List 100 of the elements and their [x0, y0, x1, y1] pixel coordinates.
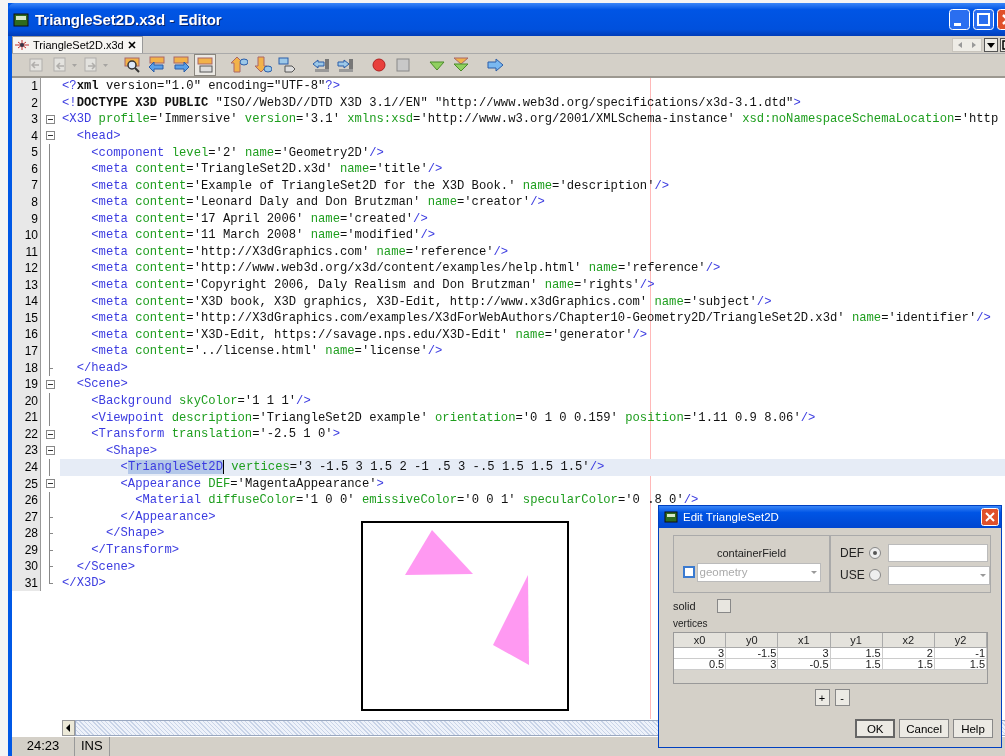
- add-row-button[interactable]: +: [814, 689, 830, 706]
- x3d-file-icon: [15, 40, 29, 50]
- code-line: <Appearance DEF='MagentaAppearance'>: [120, 476, 384, 491]
- line-number: 28: [12, 525, 41, 542]
- code-line: <meta content='Leonard Daly and Don Brutzman' name='creator'/>: [91, 195, 545, 210]
- code-line: <Shape>: [105, 443, 158, 458]
- column-header[interactable]: y2: [934, 633, 988, 648]
- triangle-shape: [405, 530, 473, 575]
- field-label: containerField: [716, 546, 787, 559]
- use-dropdown[interactable]: [888, 565, 990, 585]
- code-line: <TriangleSet2D vertices='3 -1.5 3 1.5 2 -1 .5 3 -.5 1.5 1.5 1.5'/>: [120, 460, 605, 475]
- app-icon: [664, 510, 678, 524]
- code-line: <meta content='Example of TriangleSet2D for the X3D Book.' name='description'/>: [91, 178, 670, 193]
- window-title: TriangleSet2D.x3d - Editor: [35, 11, 223, 28]
- editor-tab[interactable]: TriangleSet2D.x3d: [12, 36, 143, 53]
- vertices-label: vertices: [673, 618, 709, 629]
- table-cell[interactable]: 3: [726, 659, 779, 670]
- column-header[interactable]: x0: [674, 633, 727, 648]
- tags-icon[interactable]: [276, 54, 298, 76]
- code-line: <meta content='http://X3dGraphics.com/examples/X3dForWebAuthors/Chapter10-Geometry2D/TriangleSet2D.x3d' name='identifier'/>: [91, 311, 991, 326]
- line-number: 30: [12, 558, 41, 575]
- maximize-icon[interactable]: [973, 9, 994, 30]
- use-label: USE: [840, 568, 866, 582]
- code-line: </X3D>: [62, 576, 106, 591]
- def-input[interactable]: [888, 543, 988, 562]
- code-line: <meta content='X3D-Edit, https://savage.nps.edu/X3D-Edit' name='generator'/>: [91, 327, 648, 342]
- dialog-button[interactable]: OK: [855, 719, 896, 738]
- close-icon[interactable]: [127, 41, 136, 49]
- line-number: 3: [12, 111, 41, 128]
- collapse-icon[interactable]: [45, 446, 55, 456]
- column-header[interactable]: y1: [830, 633, 883, 648]
- line-number: 14: [12, 293, 41, 310]
- code-line: <meta content='Copyright 2006, Daly Realism and Don Brutzman' name='rights'/>: [91, 278, 655, 293]
- dialog-button[interactable]: Cancel: [899, 719, 949, 738]
- line-number: 23: [12, 442, 41, 459]
- collapse-icon[interactable]: [45, 131, 55, 141]
- scroll-left-icon[interactable]: [62, 719, 75, 736]
- code-line: <meta content='11 March 2008' name='modified'/>: [91, 228, 436, 243]
- code-line: <meta content='X3D book, X3D graphics, X3D-Edit, http://www.x3dGraphics.com' name='subject'/>: [91, 294, 772, 309]
- line-number: 19: [12, 376, 41, 393]
- collapse-icon[interactable]: [45, 429, 55, 439]
- insert-mode: INS: [75, 737, 110, 756]
- code-line: </Transform>: [91, 543, 180, 558]
- table-cell[interactable]: 3: [778, 648, 831, 659]
- code-line: <Background skyColor='1 1 1'/>: [91, 393, 311, 408]
- code-line: <Transform translation='-2.5 1 0'>: [91, 427, 340, 442]
- code-line: <meta content='http://X3dGraphics.com' name='reference'/>: [91, 244, 509, 259]
- code-line: <component level='2' name='Geometry2D'/>: [91, 145, 384, 160]
- table-cell[interactable]: 1.5: [830, 659, 883, 670]
- code-line: <Viewpoint description='TriangleSet2D example' orientation='0 1 0 0.159' position='1.11 0.9 8.06'/>: [91, 410, 816, 425]
- collapse-icon[interactable]: [45, 479, 55, 489]
- code-line: <meta content='17 April 2006' name='created'/>: [91, 211, 428, 226]
- code-line: <X3D profile='Immersive' version='3.1' xmlns:xsd='http://www.w3.org/2001/XMLSchema-instance' xsd:noNamespaceSchemaLocation='http: [62, 112, 999, 127]
- table-cell[interactable]: 1.5: [934, 659, 988, 670]
- line-number: 1: [12, 78, 41, 95]
- checkbox[interactable]: [716, 599, 731, 613]
- radio-button[interactable]: [869, 546, 881, 559]
- line-number: 12: [12, 260, 41, 277]
- line-number: 10: [12, 227, 41, 244]
- code-line: <!DOCTYPE X3D PUBLIC "ISO//Web3D//DTD X3D 3.1//EN" "http://www.web3d.org/specifications/x3d-3.1.dtd">: [62, 95, 801, 110]
- remove-row-button[interactable]: -: [834, 689, 850, 706]
- table-cell[interactable]: -1: [934, 648, 988, 659]
- line-number: 26: [12, 492, 41, 509]
- panels-icon[interactable]: [194, 54, 216, 76]
- app-icon: [13, 11, 29, 28]
- column-header[interactable]: y0: [726, 633, 779, 648]
- code-line: </head>: [76, 360, 128, 375]
- table-cell[interactable]: -0.5: [778, 659, 831, 670]
- radio-button[interactable]: [869, 569, 881, 581]
- table-cell[interactable]: 2: [882, 648, 935, 659]
- code-line: <meta content='http://www.web3d.org/x3d/content/examples/help.html' name='reference'/>: [91, 261, 721, 276]
- table-cell[interactable]: 1.5: [882, 659, 935, 670]
- solid-label: solid: [673, 600, 696, 612]
- minimize-icon[interactable]: [949, 9, 970, 30]
- column-header[interactable]: x2: [882, 633, 935, 648]
- dialog-button[interactable]: Help: [953, 719, 993, 738]
- table-cell[interactable]: 1.5: [830, 648, 883, 659]
- code-line: <?xml version="1.0" encoding="UTF-8"?>: [62, 79, 340, 94]
- line-number: 17: [12, 343, 41, 360]
- line-number: 21: [12, 409, 41, 426]
- def-label: DEF: [840, 545, 865, 560]
- arrow-down-icon[interactable]: [252, 54, 274, 76]
- code-line: </Appearance>: [120, 509, 216, 524]
- code-line: <meta content='TriangleSet2D.x3d' name='title'/>: [91, 162, 443, 177]
- table-cell[interactable]: 0.5: [674, 659, 727, 670]
- code-line: </Shape>: [105, 526, 165, 541]
- table-cell[interactable]: 3: [674, 648, 727, 659]
- arrow-up-icon[interactable]: [228, 54, 250, 76]
- column-header[interactable]: x1: [778, 633, 831, 648]
- line-number: 16: [12, 326, 41, 343]
- collapse-icon[interactable]: [45, 379, 55, 389]
- dialog-title: Edit TriangleSet2D: [683, 511, 780, 523]
- cursor-position: 24:23: [12, 737, 75, 756]
- code-line: <Scene>: [76, 377, 128, 392]
- code-line: <head>: [76, 128, 121, 143]
- dropdown-icon[interactable]: [984, 38, 998, 52]
- code-line: </Scene>: [76, 559, 136, 574]
- line-number: 7: [12, 177, 41, 194]
- collapse-icon[interactable]: [45, 114, 55, 124]
- line-number: 5: [12, 144, 41, 161]
